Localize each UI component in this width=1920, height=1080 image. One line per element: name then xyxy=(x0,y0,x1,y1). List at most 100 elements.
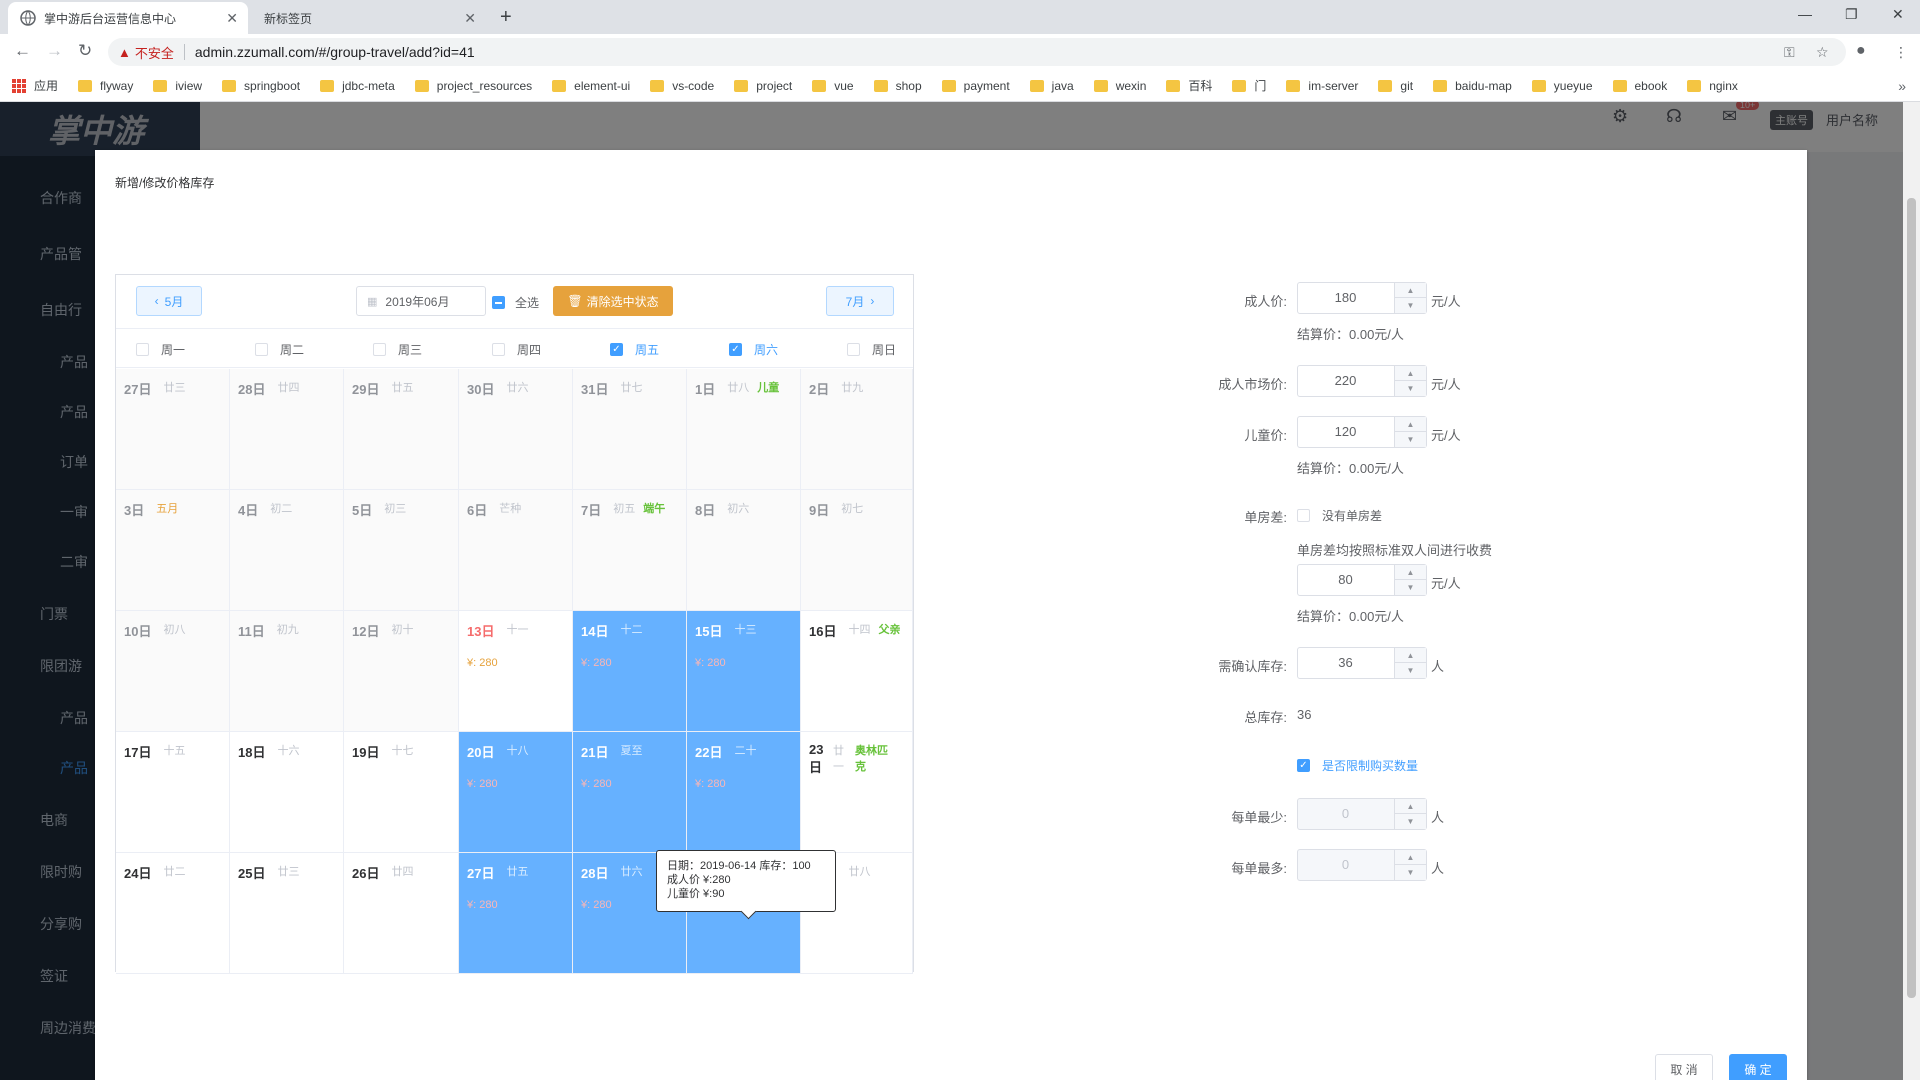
bookmark-item[interactable]: nginx xyxy=(1687,79,1738,93)
weekday-checkbox-thu[interactable]: 周四 xyxy=(492,330,541,368)
bookmark-item[interactable]: project xyxy=(734,79,792,93)
spin-down-icon[interactable]: ▼ xyxy=(1395,663,1426,678)
weekday-checkbox-sat[interactable]: ✓ 周六 xyxy=(729,330,778,368)
spin-up-icon[interactable]: ▲ xyxy=(1395,565,1426,580)
calendar-day-cell[interactable]: 9日 初七 xyxy=(801,490,913,611)
spin-down-icon[interactable]: ▼ xyxy=(1395,381,1426,396)
calendar-day-cell[interactable]: 19日 十七 xyxy=(344,732,459,853)
calendar-day-cell[interactable]: 3日 五月 xyxy=(116,490,230,611)
calendar-day-cell[interactable]: 18日 十六 xyxy=(230,732,344,853)
calendar-day-cell[interactable]: 13日 十一 ¥: 280 xyxy=(459,611,573,732)
bookmark-item[interactable]: 门 xyxy=(1232,77,1266,94)
spin-down-icon[interactable]: ▼ xyxy=(1395,814,1426,829)
spin-up-icon[interactable]: ▲ xyxy=(1395,283,1426,298)
calendar-day-cell[interactable]: 16日 十四 父亲 xyxy=(801,611,913,732)
confirm-button[interactable]: 确 定 xyxy=(1729,1054,1787,1080)
calendar-day-cell[interactable]: 7日 初五 端午 xyxy=(573,490,687,611)
close-tab-icon[interactable]: ✕ xyxy=(464,10,476,27)
calendar-day-cell[interactable]: 14日 十二 ¥: 280 xyxy=(573,611,687,732)
minimize-icon[interactable]: — xyxy=(1798,6,1812,22)
bookmark-item[interactable]: git xyxy=(1378,79,1413,93)
calendar-day-cell[interactable]: 22日 二十 ¥: 280 xyxy=(687,732,801,853)
star-icon[interactable]: ☆ xyxy=(1816,44,1829,61)
spin-down-icon[interactable]: ▼ xyxy=(1395,865,1426,880)
bookmark-item[interactable]: shop xyxy=(873,79,922,93)
close-tab-icon[interactable]: ✕ xyxy=(226,10,238,27)
calendar-day-cell[interactable]: 30日 廿六 xyxy=(459,369,573,490)
market-price-input[interactable]: 220 ▲ ▼ xyxy=(1297,365,1427,397)
next-month-button[interactable]: 7月 › xyxy=(826,286,894,316)
close-window-icon[interactable]: ✕ xyxy=(1892,6,1904,23)
calendar-day-cell[interactable]: 31日 廿七 xyxy=(573,369,687,490)
cancel-button[interactable]: 取 消 xyxy=(1655,1054,1713,1080)
spin-down-icon[interactable]: ▼ xyxy=(1395,298,1426,313)
url-text[interactable]: admin.zzumall.com/#/group-travel/add?id=… xyxy=(195,44,475,60)
page-scrollbar[interactable] xyxy=(1903,102,1920,1080)
clear-selection-button[interactable]: 🗑 清除选中状态 xyxy=(553,286,673,316)
calendar-day-cell[interactable]: 11日 初九 xyxy=(230,611,344,732)
spin-up-icon[interactable]: ▲ xyxy=(1395,850,1426,865)
month-picker[interactable]: ▦ 2019年06月 xyxy=(356,286,486,316)
bookmark-item[interactable]: flyway xyxy=(78,79,133,93)
forward-icon[interactable]: → xyxy=(46,42,63,60)
spin-up-icon[interactable]: ▲ xyxy=(1395,417,1426,432)
spin-down-icon[interactable]: ▼ xyxy=(1395,580,1426,595)
calendar-day-cell[interactable]: 24日 廿二 xyxy=(116,853,230,974)
scrollbar-thumb[interactable] xyxy=(1907,198,1916,998)
child-price-input[interactable]: 120 ▲ ▼ xyxy=(1297,416,1427,448)
calendar-day-cell[interactable]: 15日 十三 ¥: 280 xyxy=(687,611,801,732)
bookmark-item[interactable]: element-ui xyxy=(552,79,630,93)
select-all-checkbox[interactable]: 全选 xyxy=(492,294,539,311)
browser-tab-active[interactable]: 掌中游后台运营信息中心 ✕ xyxy=(8,2,248,34)
calendar-day-cell[interactable]: 2日 廿九 xyxy=(801,369,913,490)
confirm-stock-input[interactable]: 36 ▲ ▼ xyxy=(1297,647,1427,679)
bookmark-item[interactable]: yueyue xyxy=(1531,79,1593,93)
omnibox[interactable]: ▲ 不安全 admin.zzumall.com/#/group-travel/a… xyxy=(108,38,1846,66)
back-icon[interactable]: ← xyxy=(14,42,31,60)
reload-icon[interactable]: ↻ xyxy=(78,42,92,60)
bookmark-item[interactable]: 百科 xyxy=(1166,77,1212,94)
bookmark-item[interactable]: payment xyxy=(941,79,1010,93)
key-icon[interactable]: ⚿ xyxy=(1784,44,1795,61)
calendar-day-cell[interactable]: 27日 廿三 xyxy=(116,369,230,490)
bookmark-item[interactable]: springboot xyxy=(222,79,300,93)
calendar-day-cell[interactable]: 29日 廿五 xyxy=(344,369,459,490)
spin-up-icon[interactable]: ▲ xyxy=(1395,366,1426,381)
bookmark-item[interactable]: vs-code xyxy=(650,79,714,93)
new-tab-plus-icon[interactable]: + xyxy=(500,7,512,27)
calendar-day-cell[interactable]: 26日 廿四 xyxy=(344,853,459,974)
bookmark-item[interactable]: baidu-map xyxy=(1433,79,1512,93)
spin-up-icon[interactable]: ▲ xyxy=(1395,648,1426,663)
single-room-price-input[interactable]: 80 ▲ ▼ xyxy=(1297,564,1427,596)
prev-month-button[interactable]: ‹ 5月 xyxy=(136,286,202,316)
bookmark-item[interactable]: im-server xyxy=(1286,79,1358,93)
calendar-day-cell[interactable]: 8日 初六 xyxy=(687,490,801,611)
weekday-checkbox-sun[interactable]: 周日 xyxy=(847,330,896,368)
bookmark-item[interactable]: java xyxy=(1029,79,1074,93)
calendar-day-cell[interactable]: 6日 芒种 xyxy=(459,490,573,611)
profile-avatar-icon[interactable]: ● xyxy=(1856,42,1866,60)
bookmark-item[interactable]: jdbc-meta xyxy=(320,79,395,93)
weekday-checkbox-wed[interactable]: 周三 xyxy=(373,330,422,368)
calendar-day-cell[interactable]: 12日 初十 xyxy=(344,611,459,732)
calendar-day-cell[interactable]: 28日 廿四 xyxy=(230,369,344,490)
bookmark-item[interactable]: wexin xyxy=(1093,79,1146,93)
calendar-day-cell[interactable]: 17日 十五 xyxy=(116,732,230,853)
weekday-checkbox-fri[interactable]: ✓ 周五 xyxy=(610,330,659,368)
limit-purchase-checkbox[interactable]: ✓ 是否限制购买数量 xyxy=(1297,757,1418,774)
browser-tab-newtab[interactable]: 新标签页 ✕ xyxy=(252,2,486,34)
min-per-order-input[interactable]: 0 ▲ ▼ xyxy=(1297,798,1427,830)
weekday-checkbox-tue[interactable]: 周二 xyxy=(255,330,304,368)
bookmark-item[interactable]: project_resources xyxy=(414,79,532,93)
bookmark-item[interactable]: vue xyxy=(812,79,854,93)
calendar-day-cell[interactable]: 5日 初三 xyxy=(344,490,459,611)
bookmarks-overflow-icon[interactable]: » xyxy=(1898,78,1906,94)
calendar-day-cell[interactable]: 27日 廿五 ¥: 280 xyxy=(459,853,573,974)
calendar-day-cell[interactable]: 25日 廿三 xyxy=(230,853,344,974)
spin-up-icon[interactable]: ▲ xyxy=(1395,799,1426,814)
calendar-day-cell[interactable]: 21日 夏至 ¥: 280 xyxy=(573,732,687,853)
calendar-day-cell[interactable]: 10日 初八 xyxy=(116,611,230,732)
calendar-day-cell[interactable]: 23日廿一奥林匹克 xyxy=(801,732,913,853)
calendar-day-cell[interactable]: 20日 十八 ¥: 280 xyxy=(459,732,573,853)
weekday-checkbox-mon[interactable]: 周一 xyxy=(136,330,185,368)
